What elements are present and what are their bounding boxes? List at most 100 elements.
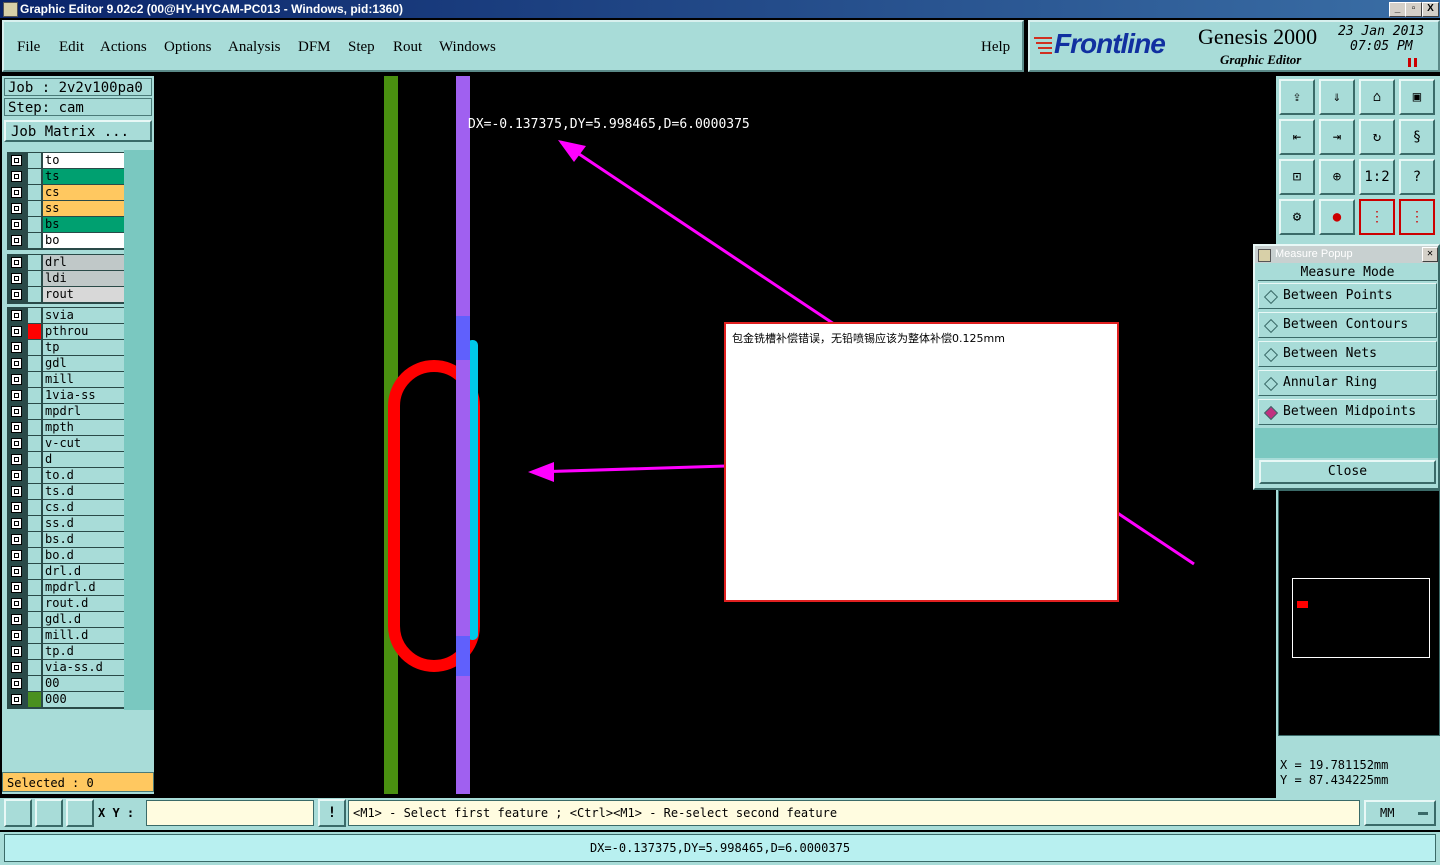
layer-checkbox[interactable] xyxy=(11,422,22,433)
zoom-center-icon[interactable]: ⊕ xyxy=(1319,159,1355,195)
layer-row-to.d[interactable]: to.d xyxy=(8,468,126,484)
layer-row-d[interactable]: d xyxy=(8,452,126,468)
layer-checkbox[interactable] xyxy=(11,374,22,385)
layer-checkbox[interactable] xyxy=(11,486,22,497)
layer-checkbox[interactable] xyxy=(11,235,22,246)
layer-row-tp[interactable]: tp xyxy=(8,340,126,356)
layer-checkbox[interactable] xyxy=(11,662,22,673)
open-icon[interactable]: ⇪ xyxy=(1279,79,1315,115)
layer-row-mill.d[interactable]: mill.d xyxy=(8,628,126,644)
layer-row-via-ss.d[interactable]: via-ss.d xyxy=(8,660,126,676)
layer-row-cs.d[interactable]: cs.d xyxy=(8,500,126,516)
layer-checkbox[interactable] xyxy=(11,187,22,198)
menu-actions[interactable]: Actions xyxy=(100,39,147,56)
layer-row-mpdrl[interactable]: mpdrl xyxy=(8,404,126,420)
layer-list-scrollbar[interactable] xyxy=(124,150,154,710)
layer-checkbox[interactable] xyxy=(11,257,22,268)
layer-checkbox[interactable] xyxy=(11,582,22,593)
menu-help[interactable]: Help xyxy=(981,39,1010,56)
layer-row-rout.d[interactable]: rout.d xyxy=(8,596,126,612)
menu-file[interactable]: File xyxy=(17,39,40,56)
layer-row-v-cut[interactable]: v-cut xyxy=(8,436,126,452)
layer-row-ldi[interactable]: ldi xyxy=(8,271,126,287)
save-icon[interactable]: ⇓ xyxy=(1319,79,1355,115)
menu-windows[interactable]: Windows xyxy=(439,39,496,56)
net-compare-icon[interactable]: ⋮ xyxy=(1399,199,1435,235)
layer-checkbox[interactable] xyxy=(11,598,22,609)
layer-row-pthrou[interactable]: pthrou xyxy=(8,324,126,340)
layer-row-drl.d[interactable]: drl.d xyxy=(8,564,126,580)
pan-right-icon[interactable]: ⇥ xyxy=(1319,119,1355,155)
layer-checkbox[interactable] xyxy=(11,646,22,657)
zoom-tool-icon[interactable] xyxy=(4,799,32,827)
minimize-button[interactable]: _ xyxy=(1389,2,1406,17)
layer-row-to[interactable]: to xyxy=(8,153,126,169)
layer-row-mpdrl.d[interactable]: mpdrl.d xyxy=(8,580,126,596)
layer-row-svia[interactable]: svia xyxy=(8,308,126,324)
layer-checkbox[interactable] xyxy=(11,518,22,529)
purple-trace[interactable] xyxy=(456,76,470,794)
layer-row-bo[interactable]: bo xyxy=(8,233,126,249)
alert-icon[interactable]: ! xyxy=(318,799,346,827)
layer-row-1via-ss[interactable]: 1via-ss xyxy=(8,388,126,404)
grid-tool-icon[interactable] xyxy=(66,799,94,827)
layer-checkbox[interactable] xyxy=(11,326,22,337)
layer-row-ss.d[interactable]: ss.d xyxy=(8,516,126,532)
option-between-contours[interactable]: Between Contours xyxy=(1258,312,1437,338)
menu-dfm[interactable]: DFM xyxy=(298,39,331,56)
layer-checkbox[interactable] xyxy=(11,630,22,641)
layer-checkbox[interactable] xyxy=(11,678,22,689)
ratio-button[interactable]: 1:2 xyxy=(1359,159,1395,195)
window-icon[interactable]: ▣ xyxy=(1399,79,1435,115)
close-window-button[interactable]: X xyxy=(1422,2,1439,17)
layer-checkbox[interactable] xyxy=(11,219,22,230)
net-icon[interactable]: ⋮ xyxy=(1359,199,1395,235)
pin-icon[interactable]: ● xyxy=(1319,199,1355,235)
layer-checkbox[interactable] xyxy=(11,438,22,449)
layer-row-ts[interactable]: ts xyxy=(8,169,126,185)
layer-row-rout[interactable]: rout xyxy=(8,287,126,303)
layer-row-cs[interactable]: cs xyxy=(8,185,126,201)
option-between-midpoints[interactable]: Between Midpoints xyxy=(1258,399,1437,425)
route-icon[interactable]: § xyxy=(1399,119,1435,155)
option-annular-ring[interactable]: Annular Ring xyxy=(1258,370,1437,396)
option-between-nets[interactable]: Between Nets xyxy=(1258,341,1437,367)
maximize-button[interactable]: ▫ xyxy=(1405,2,1422,17)
layer-checkbox[interactable] xyxy=(11,289,22,300)
menu-analysis[interactable]: Analysis xyxy=(228,39,281,56)
layer-row-tp.d[interactable]: tp.d xyxy=(8,644,126,660)
close-button[interactable]: Close xyxy=(1259,460,1436,484)
layer-row-gdl[interactable]: gdl xyxy=(8,356,126,372)
zoom-fit-icon[interactable]: ⊡ xyxy=(1279,159,1315,195)
layer-checkbox[interactable] xyxy=(11,694,22,705)
layer-row-000[interactable]: 000 xyxy=(8,692,126,708)
layer-checkbox[interactable] xyxy=(11,566,22,577)
layer-row-bs.d[interactable]: bs.d xyxy=(8,532,126,548)
layer-checkbox[interactable] xyxy=(11,342,22,353)
menu-rout[interactable]: Rout xyxy=(393,39,422,56)
layer-checkbox[interactable] xyxy=(11,454,22,465)
menu-edit[interactable]: Edit xyxy=(59,39,84,56)
layer-checkbox[interactable] xyxy=(11,273,22,284)
layer-row-bs[interactable]: bs xyxy=(8,217,126,233)
layer-row-mill[interactable]: mill xyxy=(8,372,126,388)
menu-step[interactable]: Step xyxy=(348,39,375,56)
layer-row-00[interactable]: 00 xyxy=(8,676,126,692)
job-matrix-button[interactable]: Job Matrix ... xyxy=(4,120,152,142)
layer-row-mpth[interactable]: mpth xyxy=(8,420,126,436)
xy-input[interactable] xyxy=(146,800,314,826)
layer-checkbox[interactable] xyxy=(11,390,22,401)
menu-options[interactable]: Options xyxy=(164,39,212,56)
layer-checkbox[interactable] xyxy=(11,406,22,417)
layer-row-drl[interactable]: drl xyxy=(8,255,126,271)
redraw-icon[interactable]: ↻ xyxy=(1359,119,1395,155)
layer-checkbox[interactable] xyxy=(11,310,22,321)
pan-left-icon[interactable]: ⇤ xyxy=(1279,119,1315,155)
layer-row-gdl.d[interactable]: gdl.d xyxy=(8,612,126,628)
layer-checkbox[interactable] xyxy=(11,614,22,625)
option-between-points[interactable]: Between Points xyxy=(1258,283,1437,309)
layer-checkbox[interactable] xyxy=(11,550,22,561)
layer-checkbox[interactable] xyxy=(11,534,22,545)
layer-checkbox[interactable] xyxy=(11,171,22,182)
layer-checkbox[interactable] xyxy=(11,470,22,481)
